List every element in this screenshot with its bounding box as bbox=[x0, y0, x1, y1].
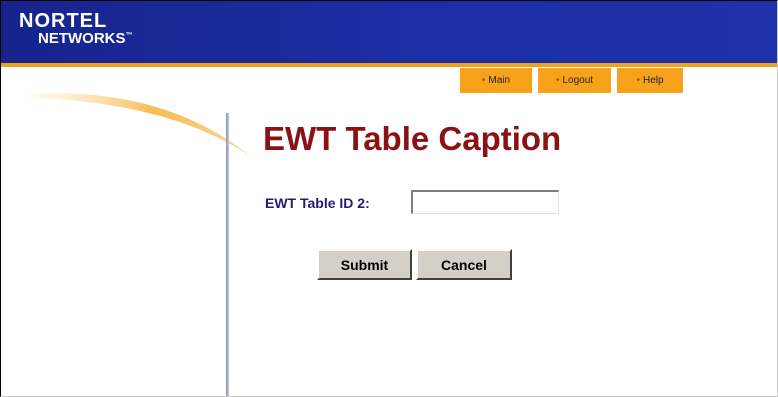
nav-help-label: Help bbox=[642, 75, 664, 86]
bullet-icon: • bbox=[555, 75, 560, 86]
nav-main-label: Main bbox=[488, 75, 511, 86]
bullet-icon: • bbox=[636, 75, 640, 86]
nav-help[interactable]: • Help bbox=[617, 68, 683, 93]
page-title: EWT Table Caption bbox=[263, 120, 562, 157]
nav-logout-label: Logout bbox=[562, 75, 594, 86]
nav-main[interactable]: • Main bbox=[460, 68, 532, 93]
logo-line2-text: NETWORKS bbox=[38, 30, 126, 47]
ewt-table-id-label: EWT Table ID 2: bbox=[265, 195, 370, 211]
page-frame: NORTEL NETWORKS™ • Main • Logout • Help bbox=[0, 0, 778, 397]
logo-line2: NETWORKS™ bbox=[38, 31, 133, 46]
header-bar: NORTEL NETWORKS™ bbox=[1, 1, 777, 63]
submit-button[interactable]: Submit bbox=[317, 249, 412, 280]
nav-logout[interactable]: • Logout bbox=[538, 68, 611, 93]
cancel-button[interactable]: Cancel bbox=[416, 249, 512, 280]
nortel-logo: NORTEL NETWORKS™ bbox=[19, 11, 133, 46]
vertical-divider bbox=[226, 113, 229, 396]
logo-trademark: ™ bbox=[125, 32, 133, 39]
logo-line1: NORTEL bbox=[19, 10, 108, 32]
top-nav: • Main • Logout • Help bbox=[460, 68, 689, 94]
ewt-table-id-input[interactable] bbox=[411, 190, 559, 214]
swoosh-decoration bbox=[31, 93, 251, 157]
bullet-icon: • bbox=[481, 75, 486, 86]
